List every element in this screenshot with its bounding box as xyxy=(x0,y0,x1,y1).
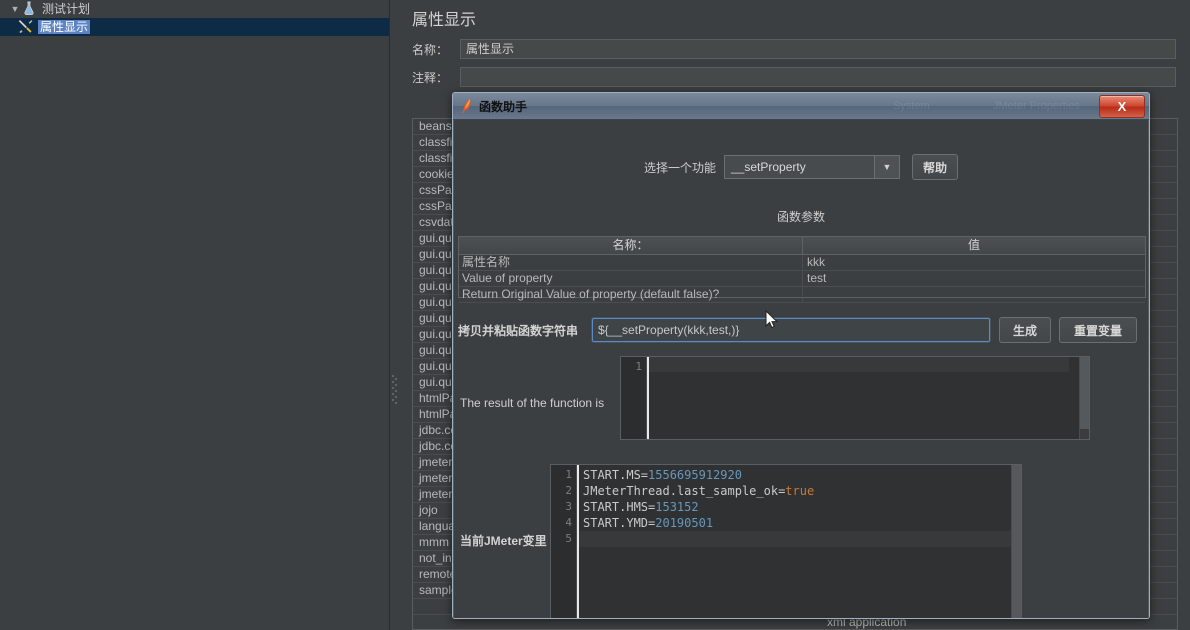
parameter-value[interactable]: kkk xyxy=(803,255,1145,270)
result-line-numbers: 1 xyxy=(621,357,647,439)
tree-node-property-display-label: 属性显示 xyxy=(38,20,91,34)
dialog-titlebar[interactable]: 函数助手 System JMeter Properties X xyxy=(453,93,1149,120)
name-field-row: 名称： 属性显示 xyxy=(412,38,1178,60)
tree-node-property-display[interactable]: 属性显示 xyxy=(0,18,390,36)
parameter-row[interactable]: 属性名称 kkk xyxy=(459,255,1145,271)
function-helper-dialog: 函数助手 System JMeter Properties X 选择一个功能 _… xyxy=(452,92,1150,619)
test-plan-tree-panel: ▼ 测试计划 属性显示 xyxy=(0,0,390,630)
variables-text-area[interactable]: START.MS=1556695912920 JMeterThread.last_… xyxy=(577,465,1011,618)
parameters-table-header: 名称： 值 xyxy=(459,237,1145,255)
variables-caret xyxy=(577,465,579,618)
variable-line: JMeterThread.last_sample_ok=true xyxy=(577,483,1011,499)
jmeter-feather-icon xyxy=(460,98,474,114)
result-scrollbar[interactable] xyxy=(1079,357,1089,439)
variable-key: START.MS= xyxy=(583,468,649,482)
line-number: 1 xyxy=(635,360,642,373)
dialog-body: 选择一个功能 __setProperty ▼ 帮助 函数参数 名称： 值 属性名… xyxy=(453,120,1149,618)
variables-scrollbar-thumb[interactable] xyxy=(1012,465,1021,618)
copy-paste-row: 拷贝并粘贴函数字符串 ${__setProperty(kkk,test,)} 生… xyxy=(458,316,1148,344)
select-function-row: 选择一个功能 __setProperty ▼ 帮助 xyxy=(454,154,1148,180)
tree-empty-area[interactable] xyxy=(0,36,390,630)
parameters-header-name: 名称： xyxy=(459,237,803,254)
tree-node-test-plan[interactable]: ▼ 测试计划 xyxy=(0,0,390,18)
help-button[interactable]: 帮助 xyxy=(912,154,958,180)
reset-variables-button[interactable]: 重置变量 xyxy=(1059,317,1137,343)
parameters-header-value: 值 xyxy=(967,238,980,252)
line-number: 5 xyxy=(565,532,572,545)
variable-line: START.HMS=153152 xyxy=(577,499,1011,515)
current-variables-box[interactable]: 12345 START.MS=1556695912920 JMeterThread… xyxy=(550,464,1022,618)
variable-value: true xyxy=(785,484,815,498)
line-number: 1 xyxy=(565,468,572,481)
result-current-line-highlight xyxy=(647,357,1069,372)
current-variables-label: 当前JMeter变里 xyxy=(460,534,547,548)
variable-value: 20190501 xyxy=(655,516,714,530)
variable-key: START.YMD= xyxy=(583,516,656,530)
line-number: 2 xyxy=(565,484,572,497)
dialog-title: 函数助手 xyxy=(479,100,528,114)
chevron-down-icon[interactable]: ▼ xyxy=(874,156,899,178)
parameter-value[interactable] xyxy=(803,287,1145,302)
result-scrollbar-thumb[interactable] xyxy=(1080,357,1089,430)
page-title: 属性显示 xyxy=(412,12,477,29)
function-result-box[interactable]: 1 xyxy=(620,356,1090,440)
chevron-down-icon[interactable]: ▼ xyxy=(8,2,22,16)
copy-paste-label: 拷贝并粘贴函数字符串 xyxy=(458,323,579,338)
flask-icon xyxy=(22,1,40,17)
variable-key: JMeterThread.last_sample_ok= xyxy=(583,484,786,498)
function-select-value: __setProperty xyxy=(731,160,806,174)
function-parameters-table[interactable]: 名称： 值 属性名称 kkk Value of property test Return… xyxy=(458,236,1146,303)
variables-line-numbers: 1 2 3 4 5 xyxy=(551,465,577,618)
result-label: The result of the function is xyxy=(460,396,605,410)
function-parameters-title: 函数参数 xyxy=(776,210,825,224)
parameter-row[interactable]: Value of property test xyxy=(459,271,1145,287)
titlebar-ghost-text-2: JMeter Properties xyxy=(993,100,1080,112)
variable-key: START.HMS= xyxy=(583,500,656,514)
result-caret xyxy=(647,357,649,439)
variables-scrollbar[interactable] xyxy=(1011,465,1021,618)
name-label: 名称： xyxy=(412,42,449,57)
name-input[interactable]: 属性显示 xyxy=(460,39,1176,59)
comment-input[interactable] xyxy=(460,67,1176,87)
splitter-grip-icon[interactable] xyxy=(392,375,397,405)
parameter-name: Value of property xyxy=(459,271,803,286)
parameter-name: Return Original Value of property (defau… xyxy=(459,287,803,302)
comment-label: 注释： xyxy=(412,70,449,85)
parameter-name: 属性名称 xyxy=(459,255,803,270)
variable-line: START.YMD=20190501 xyxy=(577,515,1011,531)
generate-button[interactable]: 生成 xyxy=(999,317,1051,343)
titlebar-ghost-text-1: System xyxy=(893,100,930,112)
tree-node-test-plan-label: 测试计划 xyxy=(42,2,91,16)
variable-value: 1556695912920 xyxy=(648,468,742,482)
variable-line: START.MS=1556695912920 xyxy=(577,467,1011,483)
tools-icon xyxy=(18,19,36,35)
function-select[interactable]: __setProperty ▼ xyxy=(724,155,900,179)
select-function-label: 选择一个功能 xyxy=(643,160,716,175)
function-string-input[interactable]: ${__setProperty(kkk,test,)} xyxy=(592,318,990,342)
parameter-row[interactable]: Return Original Value of property (defau… xyxy=(459,287,1145,303)
variable-line xyxy=(577,531,1011,547)
result-text-area[interactable] xyxy=(647,357,1079,439)
parameter-value[interactable]: test xyxy=(803,271,1145,286)
line-number: 3 xyxy=(565,500,572,513)
jmeter-window: ▼ 测试计划 属性显示 属性显示 名称： 属性显示 注释： cookies gu… xyxy=(0,0,1190,630)
variable-value: 153152 xyxy=(655,500,699,514)
close-icon[interactable]: X xyxy=(1099,95,1145,118)
line-number: 4 xyxy=(565,516,572,529)
comment-field-row: 注释： xyxy=(412,66,1178,88)
